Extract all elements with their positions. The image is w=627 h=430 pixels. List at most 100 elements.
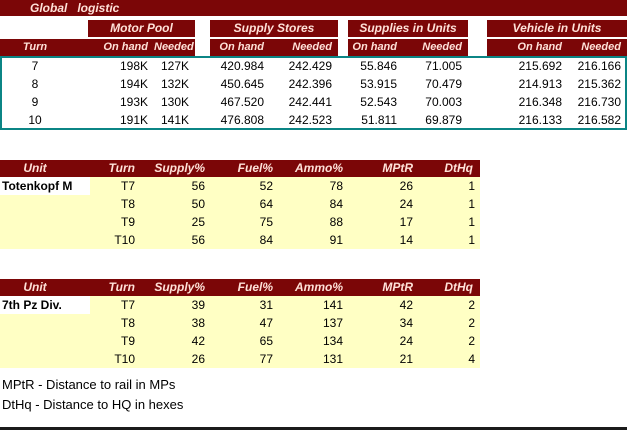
table-row: 9 193K 130K 467.520 242.441 52.543 70.00… xyxy=(0,93,627,111)
dthq-cell: 1 xyxy=(468,197,475,211)
page-title: Global logistic xyxy=(30,1,120,15)
column-gap xyxy=(338,20,348,37)
value-cell: 191K xyxy=(119,113,148,127)
supply-cell: 39 xyxy=(191,298,205,312)
dthq-cell: 1 xyxy=(468,179,475,193)
dthq-cell: 2 xyxy=(468,316,475,330)
turn-cell: T10 xyxy=(114,352,135,366)
ammo-header: Ammo% xyxy=(294,161,343,175)
value-cell: 215.362 xyxy=(577,77,621,91)
unit-name-cell xyxy=(0,231,90,249)
unit-name-cell xyxy=(0,195,90,213)
value-cell: 216.133 xyxy=(518,113,562,127)
column-gap xyxy=(338,75,348,93)
fuel-cell: 75 xyxy=(259,215,273,229)
table-row: T8 38 47 137 34 2 xyxy=(0,314,480,332)
column-gap xyxy=(195,93,210,111)
fuel-cell: 65 xyxy=(259,334,273,348)
table-row: 8 194K 132K 450.645 242.396 53.915 70.47… xyxy=(0,75,627,93)
title-bar: Global logistic xyxy=(0,0,627,16)
ammo-cell: 91 xyxy=(329,233,343,247)
mptr-cell: 24 xyxy=(399,197,413,211)
turn-cell: T7 xyxy=(120,179,135,193)
value-cell: 467.520 xyxy=(220,95,264,109)
value-cell: 216.348 xyxy=(518,95,562,109)
supply-cell: 25 xyxy=(191,215,205,229)
table-row: T8 50 64 84 24 1 xyxy=(0,195,480,213)
turn-cell: 10 xyxy=(28,113,42,127)
value-cell: 71.005 xyxy=(425,59,462,73)
ammo-cell: 131 xyxy=(322,352,343,366)
group-header-supplies-in-units: Supplies in Units xyxy=(348,20,468,37)
turn-cell: T9 xyxy=(120,215,135,229)
column-gap xyxy=(195,39,210,56)
logistics-data-block: 7 198K 127K 420.984 242.429 55.846 71.00… xyxy=(0,56,627,130)
dthq-header: DtHq xyxy=(444,280,473,294)
turn-cell: T8 xyxy=(120,316,135,330)
unit-table-header-row: Unit Turn Supply% Fuel% Ammo% MPtR DtHq xyxy=(0,160,480,177)
turn-cell: 7 xyxy=(31,59,39,73)
value-cell: 216.730 xyxy=(577,95,621,109)
unit-name-cell xyxy=(0,213,90,231)
footnote-dthq: DtHq - Distance to HQ in hexes xyxy=(2,397,184,412)
column-gap xyxy=(338,111,348,129)
dthq-cell: 2 xyxy=(468,334,475,348)
value-cell: 70.479 xyxy=(425,77,462,91)
group-header-motor-pool: Motor Pool xyxy=(88,20,195,37)
column-gap xyxy=(338,93,348,111)
motor-pool-onhand-header: On hand xyxy=(88,39,154,56)
vehicle-units-needed-header: Needed xyxy=(568,39,627,56)
group-header-vehicle-in-units: Vehicle in Units xyxy=(487,20,627,37)
fuel-cell: 47 xyxy=(259,316,273,330)
table-row: T10 56 84 91 14 1 xyxy=(0,231,480,249)
mptr-cell: 34 xyxy=(399,316,413,330)
ammo-cell: 84 xyxy=(329,197,343,211)
value-cell: 198K xyxy=(119,59,148,73)
group-header-supply-stores: Supply Stores xyxy=(210,20,338,37)
ammo-cell: 78 xyxy=(329,179,343,193)
table-row: 10 191K 141K 476.808 242.523 51.811 69.8… xyxy=(0,111,627,129)
ammo-cell: 88 xyxy=(329,215,343,229)
value-cell: 69.879 xyxy=(425,113,462,127)
dthq-cell: 2 xyxy=(468,298,475,312)
ammo-cell: 141 xyxy=(322,298,343,312)
value-cell: 242.441 xyxy=(288,95,332,109)
turn-header: Turn xyxy=(108,280,135,294)
table-row: Totenkopf M T7 56 52 78 26 1 xyxy=(0,177,480,195)
supply-cell: 56 xyxy=(191,179,205,193)
value-cell: 476.808 xyxy=(220,113,264,127)
logistics-column-header-row: Turn On hand Needed On hand Needed On ha… xyxy=(0,39,627,56)
value-cell: 194K xyxy=(119,77,148,91)
supply-cell: 38 xyxy=(191,316,205,330)
column-gap xyxy=(195,75,210,93)
value-cell: 52.543 xyxy=(360,95,397,109)
mptr-cell: 26 xyxy=(399,179,413,193)
unit-table-totenkopf: Unit Turn Supply% Fuel% Ammo% MPtR DtHq … xyxy=(0,160,480,249)
table-row: 7 198K 127K 420.984 242.429 55.846 71.00… xyxy=(0,57,627,75)
turn-cell: 8 xyxy=(31,77,39,91)
table-row: 7th Pz Div. T7 39 31 141 42 2 xyxy=(0,296,480,314)
value-cell: 70.003 xyxy=(425,95,462,109)
value-cell: 420.984 xyxy=(220,59,264,73)
value-cell: 216.582 xyxy=(577,113,621,127)
table-row: T10 26 77 131 21 4 xyxy=(0,350,480,368)
footnotes: MPtR - Distance to rail in MPs DtHq - Di… xyxy=(0,375,627,415)
value-cell: 215.692 xyxy=(518,59,562,73)
unit-header: Unit xyxy=(23,280,47,294)
value-cell: 132K xyxy=(160,77,189,91)
value-cell: 242.396 xyxy=(288,77,332,91)
column-gap xyxy=(468,111,487,129)
ammo-header: Ammo% xyxy=(294,280,343,294)
fuel-header: Fuel% xyxy=(237,161,273,175)
column-gap xyxy=(195,57,210,75)
supply-stores-onhand-header: On hand xyxy=(210,39,270,56)
mptr-cell: 42 xyxy=(399,298,413,312)
vehicle-units-onhand-header: On hand xyxy=(487,39,568,56)
value-cell: 216.166 xyxy=(577,59,621,73)
value-cell: 242.429 xyxy=(288,59,332,73)
logistics-report-page: Global logistic Motor Pool Supply Stores… xyxy=(0,0,627,430)
unit-name-cell: Totenkopf M xyxy=(0,177,90,195)
value-cell: 127K xyxy=(160,59,189,73)
unit-header: Unit xyxy=(23,161,47,175)
fuel-cell: 64 xyxy=(259,197,273,211)
